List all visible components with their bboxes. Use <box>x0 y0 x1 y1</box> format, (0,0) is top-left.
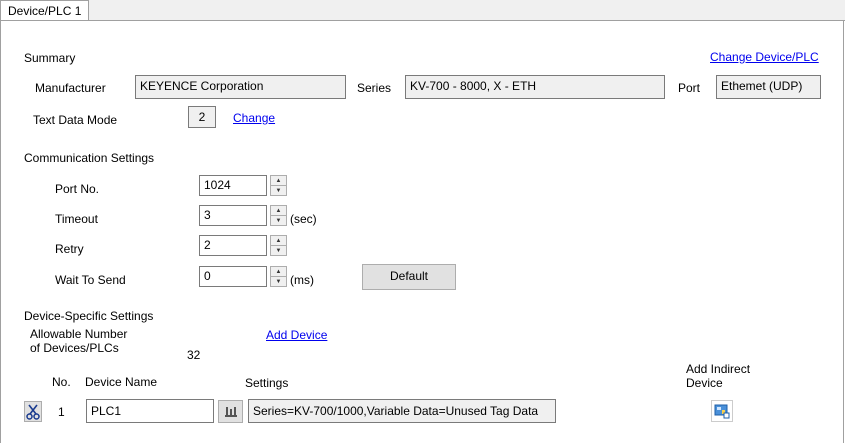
port-no-label: Port No. <box>55 182 100 196</box>
arrow-down-icon[interactable]: ▼ <box>271 216 286 225</box>
text-mode-change-link[interactable]: Change <box>233 111 275 125</box>
default-button[interactable]: Default <box>362 264 456 290</box>
col-indirect-header-line2: Device <box>686 376 723 390</box>
port-no-input[interactable]: 1024 <box>199 175 267 196</box>
text-mode-label: Text Data Mode <box>33 113 118 127</box>
allowable-label-line2: of Devices/PLCs <box>30 341 119 355</box>
col-settings-header: Settings <box>245 376 289 390</box>
retry-stepper[interactable]: ▲ ▼ <box>270 235 287 256</box>
comm-heading: Communication Settings <box>24 151 155 165</box>
wait-to-send-label: Wait To Send <box>55 273 126 287</box>
wait-to-send-unit: (ms) <box>290 273 314 287</box>
allowable-value: 32 <box>187 348 201 362</box>
tab-device-plc-1[interactable]: Device/PLC 1 <box>0 0 89 21</box>
arrow-up-icon[interactable]: ▲ <box>271 236 286 246</box>
device-name-input[interactable]: PLC1 <box>86 399 214 423</box>
change-device-plc-link[interactable]: Change Device/PLC <box>710 50 819 64</box>
manufacturer-label: Manufacturer <box>35 81 106 95</box>
device-specific-heading: Device-Specific Settings <box>24 309 154 323</box>
tab-strip <box>0 0 845 21</box>
panel-border-left <box>0 20 1 443</box>
settings-value: Series=KV-700/1000,Variable Data=Unused … <box>248 399 556 423</box>
panel-border <box>0 20 845 21</box>
manufacturer-value: KEYENCE Corporation <box>135 75 346 99</box>
timeout-unit: (sec) <box>290 212 317 226</box>
summary-heading: Summary <box>24 51 76 65</box>
add-indirect-device-icon[interactable] <box>711 400 733 422</box>
col-indirect-header-line1: Add Indirect <box>686 362 751 376</box>
panel-border-right <box>843 20 844 443</box>
series-value: KV-700 - 8000, X - ETH <box>405 75 665 99</box>
add-device-link[interactable]: Add Device <box>266 328 327 342</box>
series-label: Series <box>357 81 392 95</box>
device-settings-icon[interactable] <box>218 400 243 423</box>
arrow-down-icon[interactable]: ▼ <box>271 246 286 255</box>
tab-label: Device/PLC 1 <box>8 4 82 18</box>
port-value: Ethemet (UDP) <box>716 75 821 99</box>
port-no-stepper[interactable]: ▲ ▼ <box>270 175 287 196</box>
retry-input[interactable]: 2 <box>199 235 267 256</box>
timeout-input[interactable]: 3 <box>199 205 267 226</box>
wait-to-send-stepper[interactable]: ▲ ▼ <box>270 266 287 287</box>
arrow-down-icon[interactable]: ▼ <box>271 277 286 286</box>
arrow-up-icon[interactable]: ▲ <box>271 206 286 216</box>
arrow-down-icon[interactable]: ▼ <box>271 186 286 195</box>
text-mode-value: 2 <box>188 106 216 128</box>
allowable-label-line1: Allowable Number <box>30 327 128 341</box>
arrow-up-icon[interactable]: ▲ <box>271 267 286 277</box>
col-no-header: No. <box>52 375 71 389</box>
wait-to-send-input[interactable]: 0 <box>199 266 267 287</box>
scissors-icon[interactable] <box>24 401 42 422</box>
timeout-label: Timeout <box>55 212 98 226</box>
port-label: Port <box>678 81 701 95</box>
retry-label: Retry <box>55 242 84 256</box>
col-name-header: Device Name <box>85 375 158 389</box>
timeout-stepper[interactable]: ▲ ▼ <box>270 205 287 226</box>
arrow-up-icon[interactable]: ▲ <box>271 176 286 186</box>
row-no: 1 <box>58 405 65 419</box>
